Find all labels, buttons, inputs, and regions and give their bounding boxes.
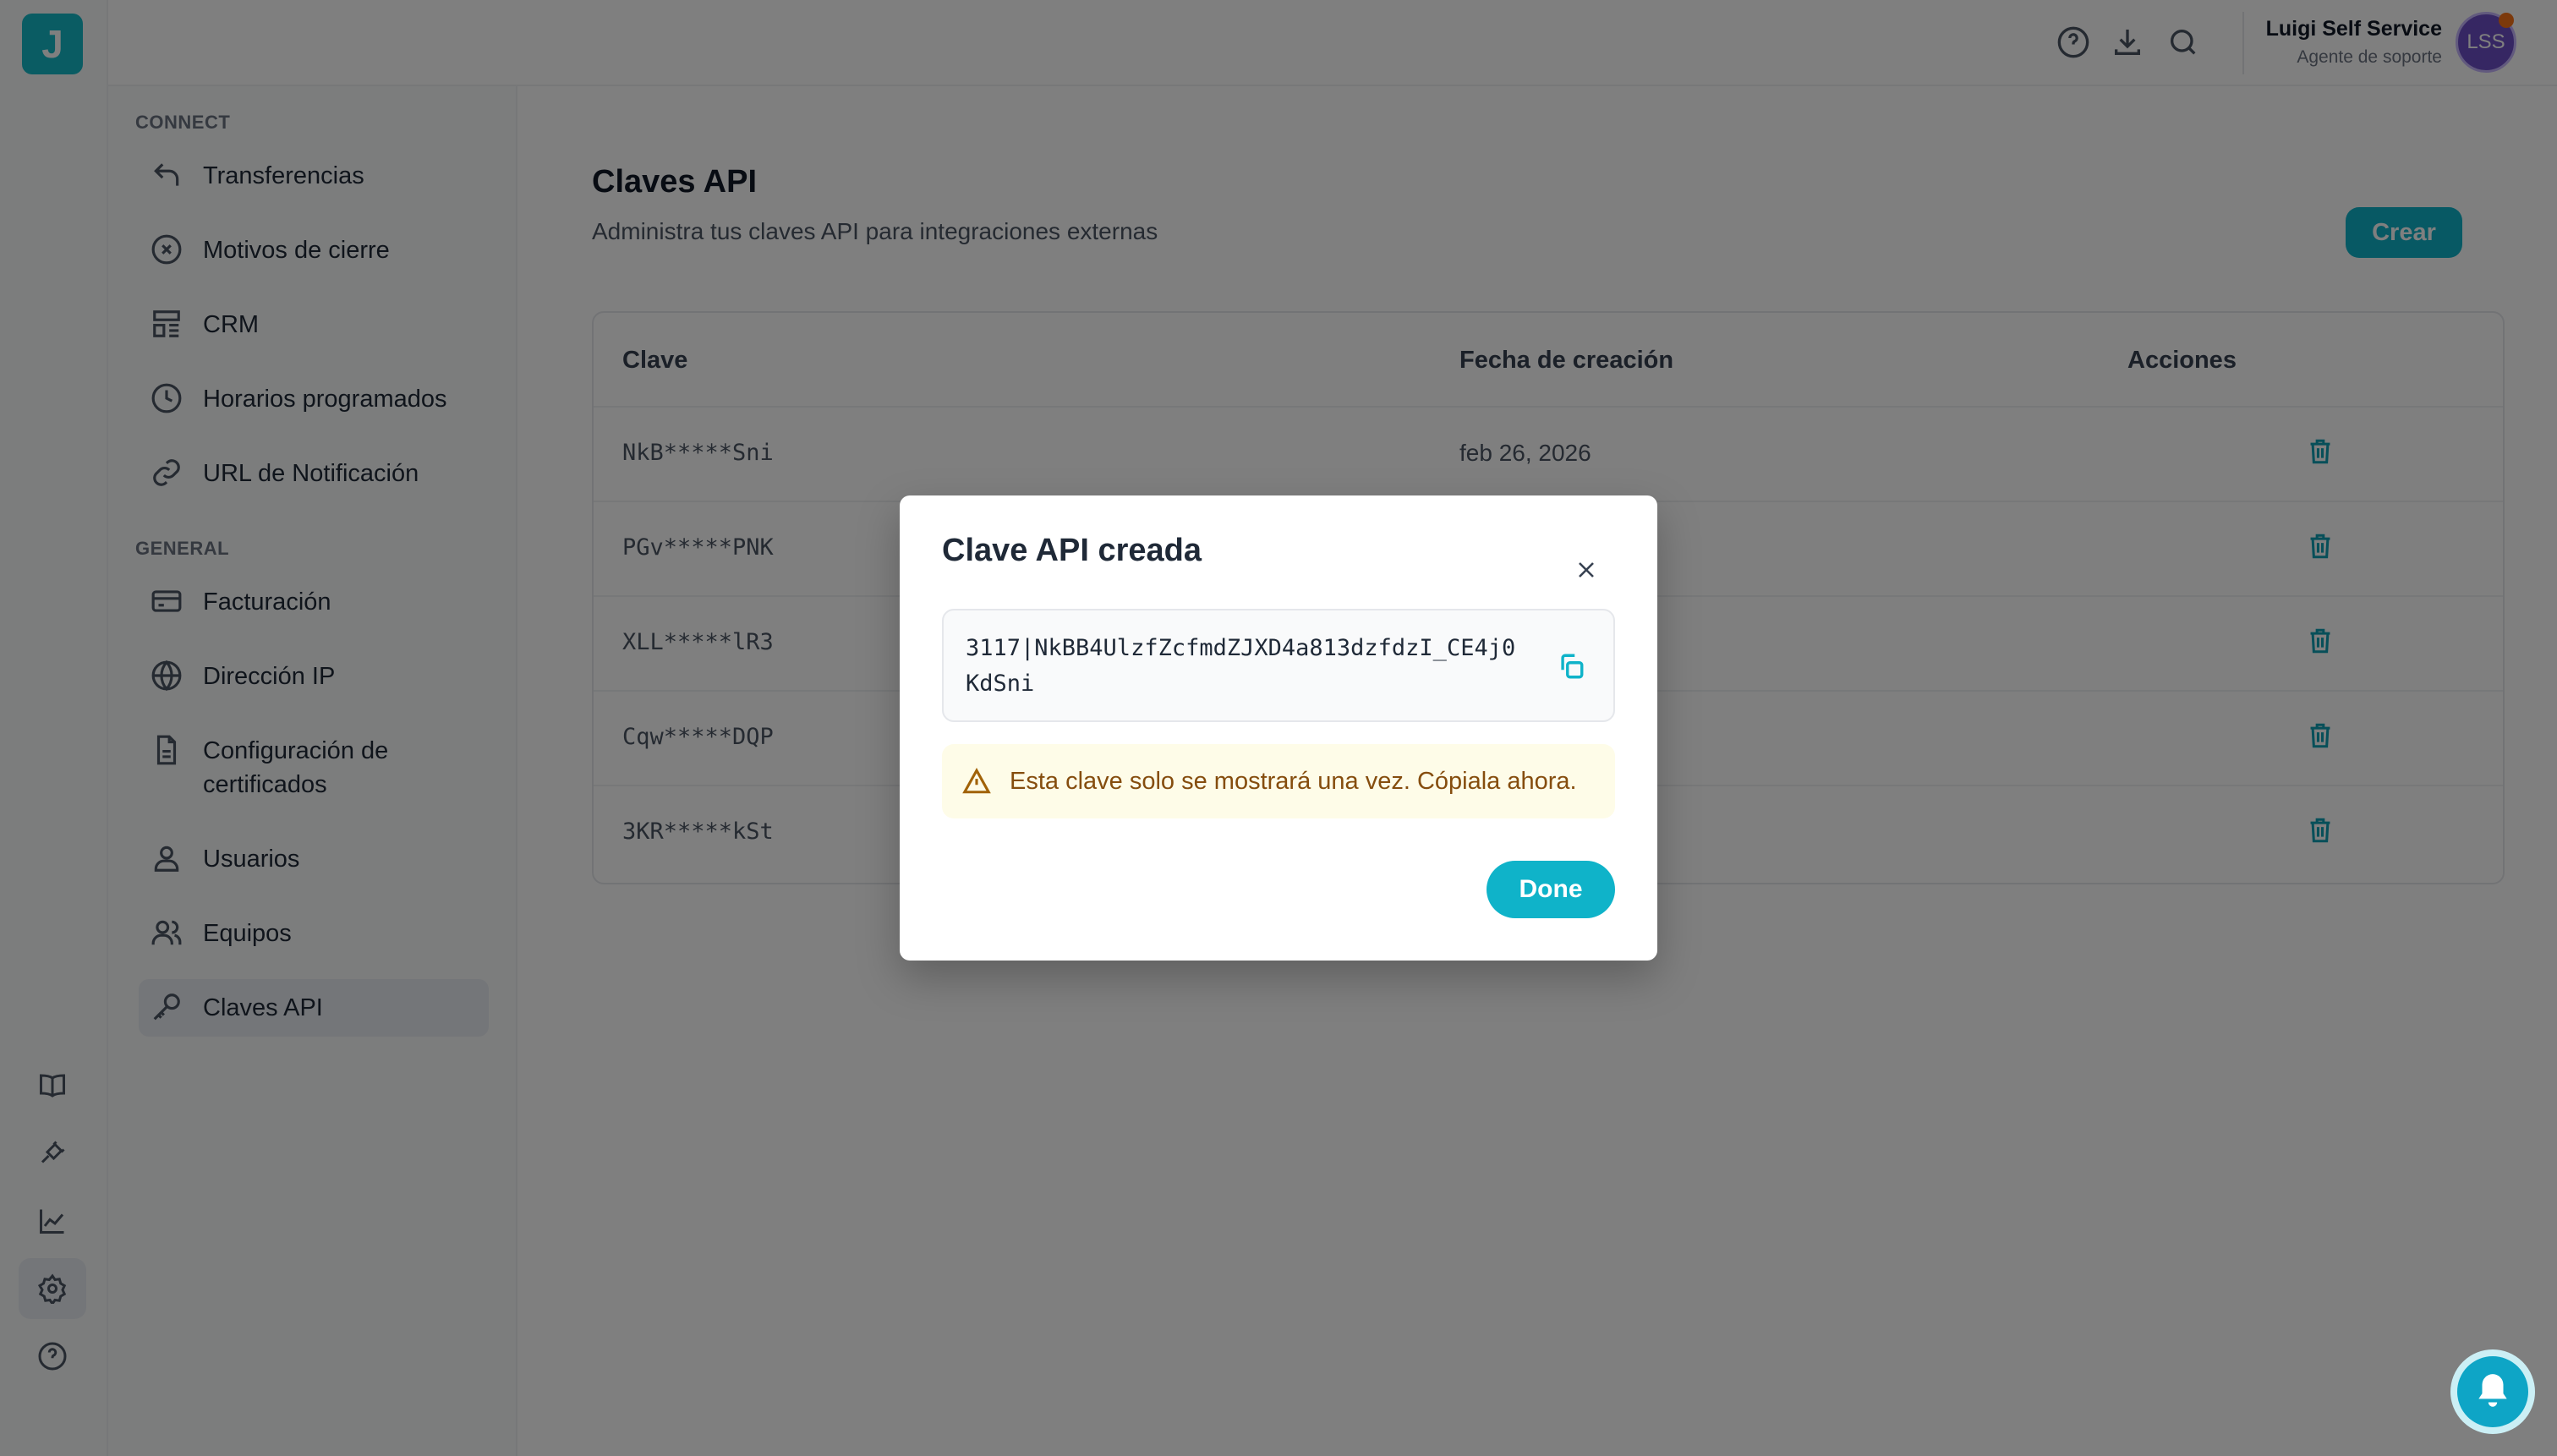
api-key-value[interactable]: 3117|NkBB4UlzfZcfmdZJXD4a813dzfdzI_CE4j0… (966, 631, 1524, 702)
close-button[interactable] (1571, 555, 1602, 585)
warning-banner: Esta clave solo se mostrará una vez. Cóp… (942, 744, 1615, 818)
copy-icon (1561, 654, 1584, 679)
api-key-created-dialog: Clave API creada 3117|NkBB4UlzfZcfmdZJXD… (900, 495, 1657, 961)
app-root: J Luigi Self Service Agente de soporte (0, 0, 2557, 1456)
api-key-display: 3117|NkBB4UlzfZcfmdZJXD4a813dzfdzI_CE4j0… (942, 609, 1615, 722)
dialog-title: Clave API creada (942, 533, 1202, 568)
bell-icon (2478, 1374, 2507, 1407)
notifications-button[interactable] (2450, 1349, 2535, 1434)
close-icon (1579, 562, 1594, 577)
copy-button[interactable] (1552, 648, 1590, 685)
warning-text: Esta clave solo se mostrará una vez. Cóp… (1010, 767, 1577, 795)
warning-icon (962, 768, 991, 794)
done-button[interactable]: Done (1487, 861, 1615, 918)
